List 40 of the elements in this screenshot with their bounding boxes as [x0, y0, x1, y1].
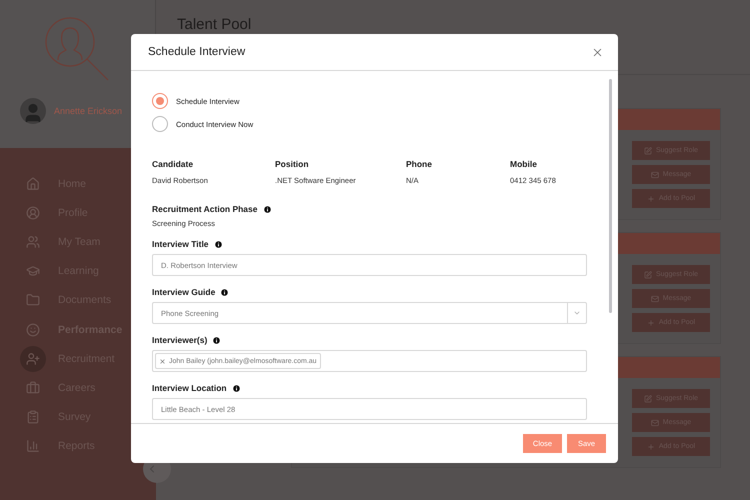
edit-icon: [644, 394, 652, 402]
scrollbar[interactable]: [609, 79, 612, 313]
nav-icon: [26, 176, 40, 191]
detail-label: Mobile: [510, 159, 538, 169]
info-icon[interactable]: [262, 204, 272, 214]
nav-icon: [26, 293, 40, 308]
nav-icon: [26, 352, 40, 366]
nav-icon: [26, 206, 40, 220]
nav-icon: [26, 234, 40, 249]
plus-icon: [646, 442, 655, 450]
info-icon[interactable]: [214, 240, 223, 248]
detail-label: Position: [275, 159, 310, 169]
remove-icon[interactable]: [159, 358, 166, 364]
nav-icon: [26, 322, 40, 337]
user-name[interactable]: Annette Erickson: [54, 106, 122, 116]
edit-icon: [644, 146, 652, 154]
field-label: Interviewer(s): [152, 335, 208, 345]
detail-label: Candidate: [152, 159, 194, 169]
radio-button[interactable]: [152, 93, 168, 109]
detail-label: Phone: [406, 159, 433, 169]
nav-icon: [26, 264, 40, 278]
radio-button[interactable]: [152, 116, 168, 132]
mail-icon: [650, 294, 659, 302]
info-icon[interactable]: [232, 384, 241, 392]
caret-icon: [573, 309, 581, 317]
mail-icon: [650, 418, 659, 426]
plus-icon: [646, 194, 655, 202]
mail-icon: [650, 170, 659, 178]
field-label: Interview Location: [152, 383, 227, 393]
nav-icon: [26, 410, 40, 424]
nav-icon: [26, 380, 40, 395]
info-icon[interactable]: [220, 288, 230, 296]
field-label: Interview Guide: [152, 287, 216, 297]
plus-icon: [646, 318, 655, 326]
edit-icon: [644, 270, 652, 278]
field-label: Recruitment Action Phase: [152, 204, 258, 214]
nav-icon: [26, 439, 40, 454]
info-icon[interactable]: [212, 336, 222, 344]
modal-title: Schedule Interview: [148, 46, 246, 58]
field-label: Interview Title: [152, 239, 209, 249]
